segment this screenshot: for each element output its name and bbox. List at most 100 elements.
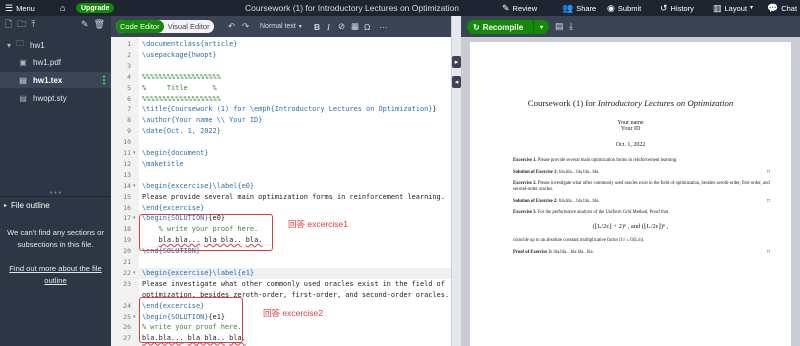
new-file-icon[interactable]: 🗋 <box>5 17 12 33</box>
table-icon[interactable]: ▦ <box>351 16 359 37</box>
redo-icon[interactable]: ↷ <box>242 16 249 37</box>
home-icon: ⌂ <box>60 2 66 13</box>
editor-mode-toggle[interactable]: Code Editor Visual Editor <box>116 20 214 33</box>
file-item-hw1-tex[interactable]: ▤ hw1.tex <box>0 72 111 88</box>
pdf-page: Coursework (1) for Introductory Lectures… <box>470 42 791 346</box>
home-button[interactable]: ⌂ <box>60 0 65 16</box>
fold-toggle-icon[interactable]: ▾ <box>133 268 139 279</box>
symbol-icon[interactable]: Ω <box>364 16 370 37</box>
submit-icon: ◉ <box>607 2 615 13</box>
line-number: 12 <box>123 159 131 168</box>
folder-hw1[interactable]: ▾ 🗀 hw1 <box>0 37 111 53</box>
line-number: 18 <box>123 225 131 234</box>
code-line[interactable]: \author{Your name \\ Your ID} <box>139 115 451 126</box>
undo-icon[interactable]: ↶ <box>228 16 235 37</box>
review-icon: ✎ <box>502 2 510 13</box>
code-line[interactable]: % Title % <box>139 83 451 94</box>
upload-icon[interactable]: ⤒ <box>31 19 35 30</box>
line-number: 2 <box>127 50 131 59</box>
file-outline-title: File outline <box>11 200 50 210</box>
code-line[interactable] <box>139 170 451 181</box>
edit-icon[interactable]: ✎ <box>81 19 89 30</box>
code-line[interactable]: \usepackage{hwopt} <box>139 50 451 61</box>
code-line[interactable]: \begin{excercise}\label{e0} <box>139 181 451 192</box>
review-button[interactable]: ✎ Review <box>502 0 537 16</box>
editor-toolbar: Code Editor Visual Editor ↶ ↷ Normal tex… <box>111 16 451 37</box>
code-line[interactable]: \begin{excercise}\label{e1} <box>139 267 451 279</box>
code-line[interactable] <box>139 137 451 148</box>
folder-icon: 🗀 <box>16 39 24 48</box>
recompile-button[interactable]: ↻ Recompile ▾ <box>467 20 549 34</box>
pdf-solution-1: Solution of Exercise 1: bla.bla... bla b… <box>513 170 770 176</box>
history-button[interactable]: ↺ History <box>660 0 694 16</box>
chevron-right-icon: ▸ <box>4 202 8 209</box>
line-number <box>111 290 131 301</box>
menu-button[interactable]: ☰ Menu <box>5 0 35 16</box>
pdf-exercise-1: Excercise 1. Please provide several main… <box>513 158 770 164</box>
layout-icon: ▥ <box>713 2 722 13</box>
code-line[interactable]: \maketitle <box>139 159 451 170</box>
refresh-icon: ↻ <box>473 22 480 32</box>
chevron-left-icon[interactable]: ◂ <box>452 76 461 88</box>
visual-editor-tab[interactable]: Visual Editor <box>164 20 214 33</box>
line-number: 8 <box>127 116 131 125</box>
pdf-title: Coursework (1) for Introductory Lectures… <box>470 98 791 108</box>
line-number: 26 <box>123 323 131 332</box>
line-number: 1 <box>127 40 131 48</box>
more-icon[interactable]: ··· <box>379 16 388 37</box>
share-button[interactable]: 👥 Share <box>562 0 596 16</box>
chevron-down-icon[interactable]: ▾ <box>533 20 549 34</box>
kebab-menu-icon[interactable] <box>103 75 105 85</box>
fold-toggle-icon[interactable]: ▾ <box>133 148 139 159</box>
chat-icon: 💬 <box>767 2 779 13</box>
code-line[interactable]: %%%%%%%%%%%%%%%%%%% <box>139 72 451 83</box>
new-folder-icon[interactable]: 🗀 <box>17 17 26 33</box>
text-file-icon: ▤ <box>19 93 27 103</box>
upgrade-button[interactable]: Upgrade <box>76 3 115 13</box>
qed-mark: □ <box>766 250 770 255</box>
code-line[interactable] <box>139 61 451 72</box>
annotation-box-solution-2 <box>139 297 243 343</box>
logs-icon[interactable]: ▤ <box>555 16 564 37</box>
code-line[interactable]: \end{excercise} <box>139 203 451 214</box>
menu-label: Menu <box>16 3 35 13</box>
code-editor-tab[interactable]: Code Editor <box>116 20 164 33</box>
bold-icon[interactable]: B <box>314 16 320 37</box>
exercise-text: Please provide several main optimization… <box>537 158 678 163</box>
solution-text: bla.bla... bla bla.. bla. <box>559 199 600 204</box>
code-line[interactable]: \date{Oct. 1, 2022} <box>139 126 451 137</box>
italic-icon[interactable]: I <box>327 16 330 37</box>
annotation-label-2: 回答 excercise2 <box>263 308 323 318</box>
chat-label: Chat <box>781 3 798 13</box>
text-style-dropdown[interactable]: Normal text ▾ <box>260 16 302 37</box>
chat-button[interactable]: 💬 Chat <box>767 0 797 16</box>
chevron-right-icon[interactable]: ▸ <box>452 56 461 68</box>
exercise-head: Excercise 3. <box>513 210 537 215</box>
project-title[interactable]: Coursework (1) for Introductory Lectures… <box>245 0 459 16</box>
file-outline-header[interactable]: ▸ File outline <box>0 196 111 213</box>
line-number: 19 <box>123 236 131 245</box>
pdf-toolbar: ↻ Recompile ▾ ▤ ⤓ <box>461 16 800 37</box>
pane-resize-handle[interactable]: • • • <box>0 190 111 197</box>
code-line[interactable]: %%%%%%%%%%%%%%%%%%% <box>139 94 451 105</box>
pdf-solution-2: Solution of Exercise 2: bla.bla... bla b… <box>513 199 770 205</box>
history-icon: ↺ <box>660 2 668 13</box>
code-line[interactable]: Please investigate what other commonly u… <box>139 279 451 290</box>
code-line[interactable] <box>139 257 451 268</box>
trash-icon[interactable]: 🗑 <box>94 19 105 30</box>
file-item-hw1-pdf[interactable]: ▣ hw1.pdf <box>0 54 111 70</box>
code-line[interactable]: \begin{document} <box>139 148 451 159</box>
code-line[interactable]: \title{Coursework (1) for \emph{Introduc… <box>139 104 451 115</box>
code-line[interactable]: Please provide several main optimization… <box>139 192 451 203</box>
submit-button[interactable]: ◉ Submit <box>607 0 641 16</box>
qed-mark: □ <box>766 199 770 204</box>
top-bar: ☰ Menu ⌂ Upgrade Coursework (1) for Intr… <box>0 0 800 16</box>
link-icon[interactable]: ⊘ <box>338 16 345 37</box>
layout-button[interactable]: ▥ Layout ▾ <box>713 0 753 16</box>
download-icon[interactable]: ⤓ <box>569 16 573 37</box>
code-line[interactable]: \documentclass{article} <box>139 39 451 50</box>
fold-toggle-icon[interactable]: ▾ <box>133 181 139 192</box>
recompile-label: Recompile <box>482 22 524 32</box>
outline-help-link[interactable]: Find out more about the file outline <box>6 263 105 287</box>
file-item-hwopt-sty[interactable]: ▤ hwopt.sty <box>0 90 111 106</box>
